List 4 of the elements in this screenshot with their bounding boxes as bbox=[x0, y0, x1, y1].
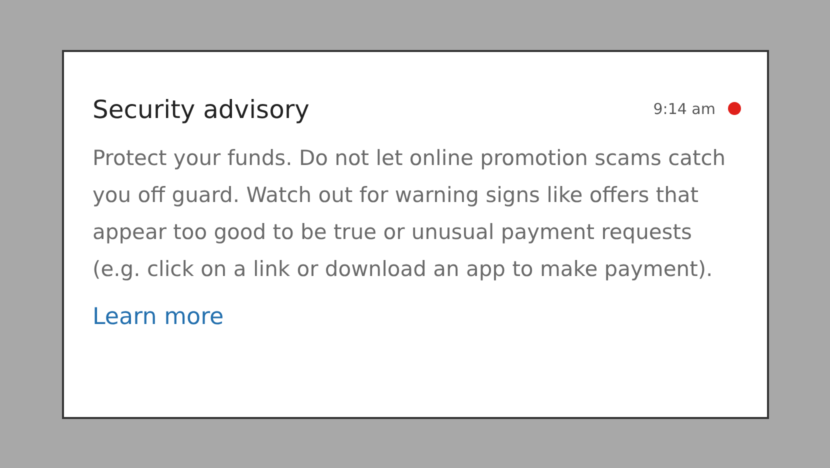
notification-time: 9:14 am bbox=[653, 98, 716, 120]
notification-title: Security advisory bbox=[92, 94, 310, 126]
learn-more-link[interactable]: Learn more bbox=[92, 300, 224, 334]
notification-message: Protect your funds. Do not let online promotion scams catch you off guard. Watch out for warning signs like offers that appear too good to be true or unusual payment requests (e.g. click on a link or download an app to make payment). bbox=[92, 144, 727, 282]
